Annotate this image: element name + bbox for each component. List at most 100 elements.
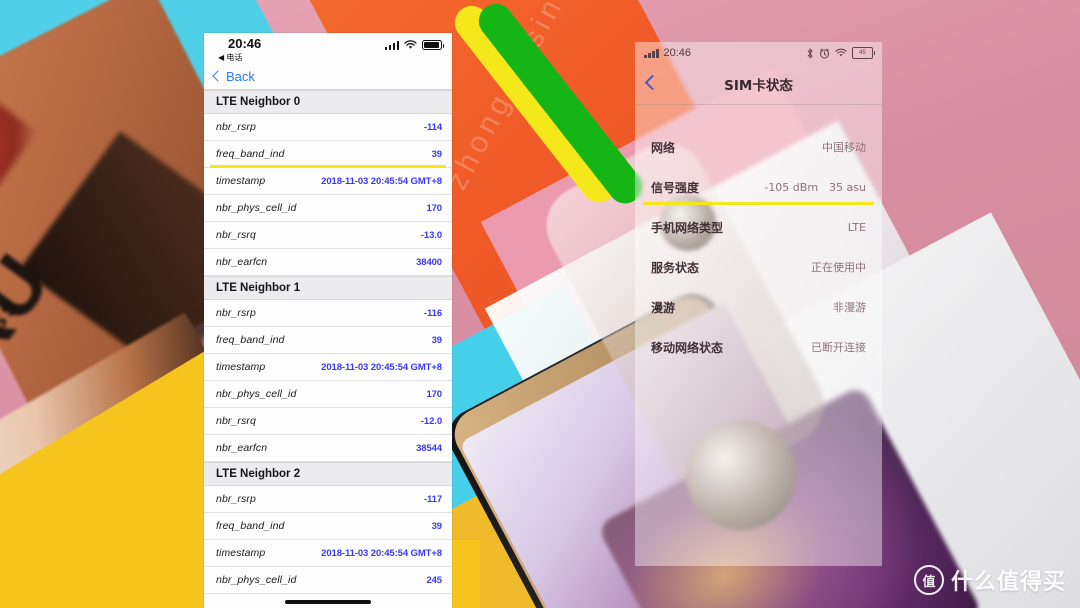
- row-key: nbr_rsrq: [216, 229, 256, 241]
- row-key: nbr_rsrp: [216, 121, 256, 133]
- list-item-value: 正在使用中: [811, 261, 866, 274]
- table-row[interactable]: nbr_rsrq -12.0: [204, 408, 452, 435]
- row-value: -114: [423, 121, 442, 133]
- list-item-label: 服务状态: [651, 260, 700, 275]
- row-value: 39: [431, 148, 442, 160]
- list-item-label: 手机网络类型: [651, 220, 724, 235]
- ios-status-time: 20:46: [228, 36, 262, 51]
- table-row[interactable]: nbr_earfcn 38544: [204, 435, 452, 462]
- cellular-signal-icon: [644, 48, 659, 58]
- table-row[interactable]: timestamp 2018-11-03 20:45:54 GMT+8: [204, 168, 452, 195]
- android-list-spacer: [635, 105, 882, 127]
- row-key: timestamp: [216, 175, 266, 187]
- row-value: -116: [423, 307, 442, 319]
- watermark-text: 什么值得买: [950, 570, 1066, 595]
- row-value: 245: [426, 574, 442, 586]
- lte-section-header: LTE Neighbor 0: [204, 90, 452, 114]
- wifi-icon: [835, 48, 847, 57]
- table-row[interactable]: nbr_phys_cell_id 170: [204, 381, 452, 408]
- table-row[interactable]: nbr_rsrp -116: [204, 300, 452, 327]
- list-item-value: LTE: [847, 220, 866, 234]
- table-row[interactable]: freq_band_ind 39: [204, 327, 452, 354]
- battery-icon: [422, 40, 444, 50]
- list-item[interactable]: 信号强度 -105 dBm 35 asu: [635, 167, 882, 207]
- row-key: nbr_rsrp: [216, 307, 256, 319]
- back-arrow-icon[interactable]: [644, 74, 661, 91]
- row-value: 170: [426, 202, 442, 214]
- ios-home-indicator[interactable]: [204, 600, 452, 604]
- lte-section-header: LTE Neighbor 2: [204, 462, 452, 486]
- list-item-label: 信号强度: [651, 180, 700, 195]
- row-value: 38544: [416, 442, 442, 454]
- row-value: 2018-11-03 20:45:54 GMT+8: [321, 361, 442, 373]
- ios-back-label: Back: [226, 68, 255, 84]
- table-row[interactable]: freq_band_ind 39: [204, 513, 452, 540]
- row-key: nbr_earfcn: [216, 442, 268, 454]
- row-value: 2018-11-03 20:45:54 GMT+8: [321, 547, 442, 559]
- ios-phone-screenshot: 20:46 ◀ 电话 Back LTE Neighbor 0 nbr_rsrp -1…: [204, 33, 452, 608]
- wifi-icon: [404, 40, 417, 49]
- site-watermark: 值 什么值得买: [913, 564, 1066, 596]
- bluetooth-icon: [807, 48, 813, 58]
- alarm-clock-icon: [820, 48, 829, 58]
- row-key: freq_band_ind: [216, 334, 285, 346]
- list-item-label: 移动网络状态: [651, 340, 724, 355]
- list-item-value: 中国移动: [822, 141, 866, 154]
- android-phone-screenshot: 20:46 45 SIM卡状态 网络 中国移动 信号强度 -105 dBm 35…: [635, 42, 882, 566]
- android-status-left: 20:46: [644, 47, 691, 59]
- list-item-label: 漫游: [651, 300, 676, 315]
- row-value: 170: [426, 388, 442, 400]
- list-item[interactable]: 手机网络类型 LTE: [635, 207, 882, 247]
- chevron-left-icon: [212, 70, 224, 82]
- list-item[interactable]: 服务状态 正在使用中: [635, 247, 882, 287]
- row-value: 39: [431, 334, 442, 346]
- list-item-value: 非漫游: [833, 301, 866, 314]
- android-page-title: SIM卡状态: [724, 78, 793, 94]
- row-value: 38400: [416, 256, 442, 268]
- android-status-bar: 20:46 45: [635, 42, 882, 64]
- ios-status-icons: [384, 40, 444, 50]
- row-value: -13.0: [420, 229, 442, 241]
- android-title-bar: SIM卡状态: [635, 64, 882, 105]
- list-item[interactable]: 网络 中国移动: [635, 127, 882, 167]
- list-item[interactable]: 移动网络状态 已断开连接: [635, 327, 882, 367]
- row-value: 2018-11-03 20:45:54 GMT+8: [321, 175, 442, 187]
- row-key: freq_band_ind: [216, 148, 285, 160]
- list-item-label: 网络: [651, 140, 676, 155]
- table-row[interactable]: nbr_rsrq -13.0: [204, 222, 452, 249]
- lte-neighbor-list[interactable]: LTE Neighbor 0 nbr_rsrp -114 freq_band_ind 3…: [204, 90, 452, 594]
- table-row[interactable]: freq_band_ind 39: [204, 141, 452, 168]
- row-key: nbr_phys_cell_id: [216, 202, 297, 214]
- row-value: -117: [423, 493, 442, 505]
- list-item-value: -105 dBm 35 asu: [764, 181, 866, 194]
- row-key: nbr_rsrq: [216, 415, 256, 427]
- smzdm-logo-icon: 值: [913, 565, 944, 595]
- row-key: nbr_rsrp: [216, 493, 256, 505]
- android-status-time: 20:46: [663, 47, 692, 59]
- screenshot-stage: RU iss zhongce.sina.com 20:46 ◀ 电话: [0, 0, 1080, 608]
- cellular-signal-icon: [384, 40, 399, 50]
- ios-navigation-bar: Back: [204, 63, 452, 90]
- table-row[interactable]: nbr_rsrp -114: [204, 114, 452, 141]
- ios-return-to-app-label[interactable]: ◀ 电话: [218, 52, 242, 63]
- android-status-right: 45: [806, 47, 875, 59]
- row-value: -12.0: [420, 415, 442, 427]
- row-value: 39: [431, 520, 442, 532]
- row-key: freq_band_ind: [216, 520, 285, 532]
- row-key: nbr_phys_cell_id: [216, 574, 297, 586]
- table-row[interactable]: nbr_phys_cell_id 170: [204, 195, 452, 222]
- row-key: nbr_phys_cell_id: [216, 388, 297, 400]
- ios-status-bar: 20:46 ◀ 电话: [204, 33, 452, 63]
- ios-back-button[interactable]: Back: [212, 68, 255, 84]
- table-row[interactable]: nbr_earfcn 38400: [204, 249, 452, 276]
- row-key: timestamp: [216, 361, 266, 373]
- table-row[interactable]: nbr_rsrp -117: [204, 486, 452, 513]
- row-key: nbr_earfcn: [216, 256, 268, 268]
- list-item[interactable]: 漫游 非漫游: [635, 287, 882, 327]
- battery-icon: 45: [852, 47, 875, 59]
- list-item-value: 已断开连接: [811, 341, 866, 354]
- row-key: timestamp: [216, 547, 266, 559]
- table-row[interactable]: timestamp 2018-11-03 20:45:54 GMT+8: [204, 354, 452, 381]
- table-row[interactable]: timestamp 2018-11-03 20:45:54 GMT+8: [204, 540, 452, 567]
- table-row[interactable]: nbr_phys_cell_id 245: [204, 567, 452, 594]
